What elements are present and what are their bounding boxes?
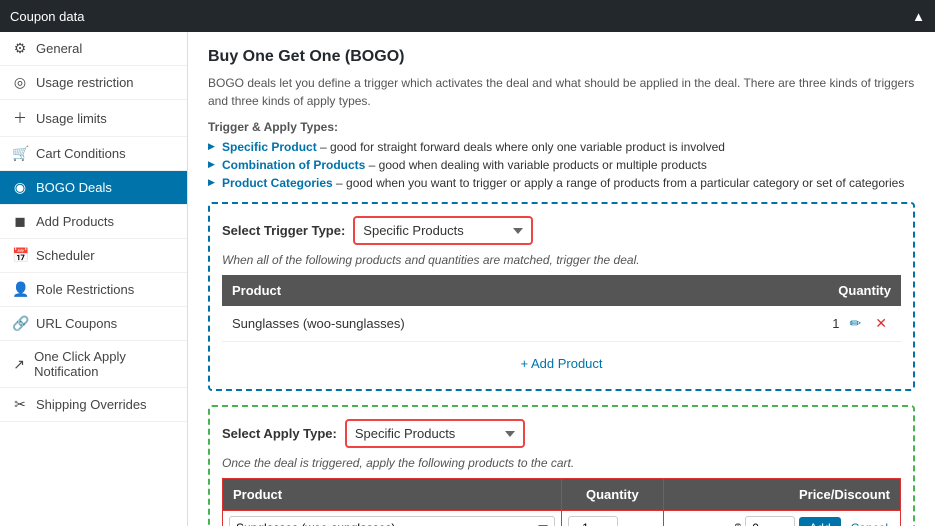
apply-table-row: Sunglasses (woo-sunglasses) $ [223, 511, 901, 526]
price-symbol: $ [735, 521, 742, 526]
main-layout: ⚙ General ◎ Usage restriction ＋ Usage li… [0, 32, 935, 526]
apply-add-button[interactable]: Add [799, 517, 840, 526]
restriction-icon: ◎ [12, 74, 28, 91]
sidebar: ⚙ General ◎ Usage restriction ＋ Usage li… [0, 32, 188, 526]
trigger-type-combination: Combination of Products – good when deal… [208, 156, 915, 174]
trigger-type-categories: Product Categories – good when you want … [208, 174, 915, 192]
trigger-col-product: Product [222, 275, 704, 306]
trigger-col-quantity: Quantity [704, 275, 901, 306]
trigger-box: Select Trigger Type: Specific Products C… [208, 202, 915, 391]
trigger-add-product-row: + Add Product [222, 350, 901, 377]
apply-product-select[interactable]: Sunglasses (woo-sunglasses) [229, 516, 555, 526]
apply-col-price: Price/Discount [663, 479, 900, 511]
sidebar-item-one-click[interactable]: ↗ One Click Apply Notification [0, 341, 187, 388]
trigger-product-cell: Sunglasses (woo-sunglasses) [222, 306, 704, 342]
shipping-icon: ✂ [12, 396, 28, 413]
trigger-table: Product Quantity Sunglasses (woo-sunglas… [222, 275, 901, 342]
sidebar-item-bogo-deals[interactable]: ◉ BOGO Deals [0, 171, 187, 205]
role-icon: 👤 [12, 281, 28, 298]
apply-select-row: Select Apply Type: Specific Products Com… [222, 419, 901, 448]
top-bar: Coupon data ▲ [0, 0, 935, 32]
apply-info-text: Once the deal is triggered, apply the fo… [222, 456, 901, 470]
page-description: BOGO deals let you define a trigger whic… [208, 74, 915, 110]
limits-icon: ＋ [12, 108, 28, 128]
table-row: Sunglasses (woo-sunglasses) 1 ✏ ✕ [222, 306, 901, 342]
apply-quantity-cell [562, 511, 664, 526]
sidebar-item-scheduler[interactable]: 📅 Scheduler [0, 239, 187, 273]
apply-price-cell: $ Add Cancel [663, 511, 900, 526]
sidebar-item-url-coupons[interactable]: 🔗 URL Coupons [0, 307, 187, 341]
edit-trigger-row-button[interactable]: ✏ [846, 313, 866, 334]
trigger-info-text: When all of the following products and q… [222, 253, 901, 267]
sidebar-item-add-products[interactable]: ◼ Add Products [0, 205, 187, 239]
trigger-quantity-cell: 1 ✏ ✕ [704, 306, 901, 342]
url-icon: 🔗 [12, 315, 28, 332]
oneclick-icon: ↗ [12, 356, 26, 373]
bogo-icon: ◉ [12, 179, 28, 196]
trigger-select-label: Select Trigger Type: [222, 223, 345, 238]
add-products-icon: ◼ [12, 213, 28, 230]
top-bar-title: Coupon data [10, 9, 84, 24]
trigger-apply-label: Trigger & Apply Types: [208, 120, 915, 134]
page-title: Buy One Get One (BOGO) [208, 48, 915, 66]
sidebar-item-general[interactable]: ⚙ General [0, 32, 187, 66]
main-content: Buy One Get One (BOGO) BOGO deals let yo… [188, 32, 935, 526]
cart-icon: 🛒 [12, 145, 28, 162]
sidebar-item-role-restrictions[interactable]: 👤 Role Restrictions [0, 273, 187, 307]
trigger-types-list: Trigger & Apply Types: Specific Product … [208, 120, 915, 192]
sidebar-item-shipping-overrides[interactable]: ✂ Shipping Overrides [0, 388, 187, 422]
sidebar-item-cart-conditions[interactable]: 🛒 Cart Conditions [0, 137, 187, 171]
trigger-type-items: Specific Product – good for straight for… [208, 138, 915, 192]
apply-quantity-input[interactable] [568, 516, 618, 526]
apply-type-select[interactable]: Specific Products Combination of Product… [345, 419, 525, 448]
apply-box: Select Apply Type: Specific Products Com… [208, 405, 915, 526]
scheduler-icon: 📅 [12, 247, 28, 264]
app-container: Coupon data ▲ ⚙ General ◎ Usage restrict… [0, 0, 935, 526]
apply-price-input[interactable] [745, 516, 795, 526]
apply-select-label: Select Apply Type: [222, 426, 337, 441]
general-icon: ⚙ [12, 40, 28, 57]
delete-trigger-row-button[interactable]: ✕ [871, 313, 891, 334]
apply-product-cell: Sunglasses (woo-sunglasses) [223, 511, 562, 526]
trigger-type-specific: Specific Product – good for straight for… [208, 138, 915, 156]
trigger-add-product-link[interactable]: + Add Product [222, 350, 901, 377]
apply-table: Product Quantity Price/Discount Sunglass… [222, 478, 901, 526]
trigger-qty-value: 1 [832, 316, 839, 331]
apply-col-product: Product [223, 479, 562, 511]
sidebar-item-usage-limits[interactable]: ＋ Usage limits [0, 100, 187, 137]
apply-cancel-button[interactable]: Cancel [845, 517, 894, 526]
trigger-type-select[interactable]: Specific Products Combination of Product… [353, 216, 533, 245]
sidebar-item-usage-restriction[interactable]: ◎ Usage restriction [0, 66, 187, 100]
trigger-select-row: Select Trigger Type: Specific Products C… [222, 216, 901, 245]
top-bar-arrow: ▲ [912, 9, 925, 24]
apply-col-quantity: Quantity [562, 479, 664, 511]
